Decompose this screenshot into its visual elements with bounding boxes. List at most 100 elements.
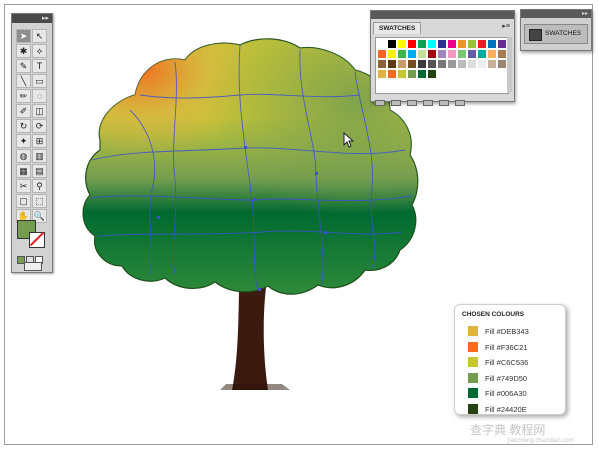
swatch-cell[interactable] xyxy=(387,59,397,69)
library-menu-icon[interactable] xyxy=(375,100,385,106)
dock-swatches-button[interactable]: SWATCHES xyxy=(524,24,588,44)
tool-button[interactable]: ✂ xyxy=(16,179,31,193)
tool-button[interactable]: ▤ xyxy=(32,164,47,178)
tab-swatches[interactable]: SWATCHES xyxy=(373,22,422,34)
swatch-cell[interactable] xyxy=(427,39,437,49)
color-label: Fill #749D50 xyxy=(485,373,528,383)
swatch-cell[interactable] xyxy=(397,39,407,49)
swatch-cell[interactable] xyxy=(377,69,387,79)
swatch-cell[interactable] xyxy=(417,59,427,69)
screen-mode-button[interactable] xyxy=(24,262,42,271)
tools-panel[interactable]: ▸▸ ➤ ↖ ✱ ⟡ ✎ T ╲ ▭ ✏ ◌ ✐ ◫ ↻ ⟳ ✦ ⊞ ◍ ▥ ▦ ▤ ✂ ⚲ ▢ ⬚ ✋ 🔍 xyxy=(11,13,53,273)
swatch-cell[interactable] xyxy=(497,59,507,69)
swatch-cell[interactable] xyxy=(397,59,407,69)
tool-button[interactable]: ╲ xyxy=(16,74,31,88)
tool-button[interactable]: ◌ xyxy=(32,89,47,103)
tool-button[interactable]: ✎ xyxy=(16,59,31,73)
color-label: Fill #006A30 xyxy=(485,389,527,398)
tool-button[interactable]: ↖ xyxy=(32,29,47,43)
tool-button[interactable]: ▦ xyxy=(16,164,31,178)
dock-panel[interactable]: ▸▸ SWATCHES xyxy=(520,9,592,51)
swatch-cell[interactable] xyxy=(377,59,387,69)
swatch-cell[interactable] xyxy=(487,59,497,69)
swatch-cell[interactable] xyxy=(407,59,417,69)
panel-menu-icon[interactable]: ▸≡ xyxy=(502,22,510,30)
swatch-cell[interactable] xyxy=(467,59,477,69)
swatch-cell[interactable] xyxy=(377,49,387,59)
swatch-cell[interactable] xyxy=(487,39,497,49)
tool-button[interactable]: ✱ xyxy=(16,44,31,58)
swatch-cell[interactable] xyxy=(497,39,507,49)
tool-button[interactable]: ↻ xyxy=(16,119,31,133)
swatch-cell[interactable] xyxy=(407,49,417,59)
show-kinds-icon[interactable] xyxy=(391,100,401,106)
swatch-cell[interactable] xyxy=(427,49,437,59)
color-chip xyxy=(468,326,478,336)
mouse-cursor-icon xyxy=(343,132,355,148)
swatch-cell[interactable] xyxy=(477,59,487,69)
swatch-cell[interactable] xyxy=(447,49,457,59)
swatch-cell[interactable] xyxy=(477,39,487,49)
swatch-cell[interactable] xyxy=(477,49,487,59)
swatch-cell[interactable] xyxy=(387,69,397,79)
tool-button[interactable]: ✦ xyxy=(16,134,31,148)
swatch-cell[interactable] xyxy=(497,49,507,59)
tool-button[interactable]: ⟡ xyxy=(32,44,47,58)
collapse-grip-icon[interactable]: ▸▸ xyxy=(42,15,49,22)
tool-button[interactable]: ➤ xyxy=(16,29,31,43)
color-label: Fill #DEB343 xyxy=(485,327,529,336)
tools-titlebar[interactable]: ▸▸ xyxy=(12,14,52,23)
swatch-cell[interactable] xyxy=(437,49,447,59)
swatch-cell[interactable] xyxy=(467,49,477,59)
tool-button[interactable]: ⚲ xyxy=(32,179,47,193)
swatch-cell[interactable] xyxy=(447,59,457,69)
tool-button[interactable]: ⬚ xyxy=(32,194,47,208)
watermark-text: 查字典 教程网 xyxy=(470,423,546,437)
new-group-icon[interactable] xyxy=(423,100,433,106)
swatch-cell[interactable] xyxy=(437,39,447,49)
expand-grip-icon[interactable]: ▸▸ xyxy=(582,10,588,18)
tool-button[interactable]: ⟳ xyxy=(32,119,47,133)
legend-title: CHOSEN COLOURS xyxy=(462,311,525,318)
tool-button[interactable]: ▢ xyxy=(16,194,31,208)
swatch-cell[interactable] xyxy=(457,59,467,69)
swatches-titlebar[interactable] xyxy=(371,11,514,19)
swatch-cell[interactable] xyxy=(487,49,497,59)
swatch-cell[interactable] xyxy=(447,39,457,49)
delete-swatch-icon[interactable] xyxy=(455,100,465,106)
swatch-cell[interactable] xyxy=(377,39,387,49)
tool-button[interactable]: ◫ xyxy=(32,104,47,118)
swatches-panel[interactable]: SWATCHES ▸≡ xyxy=(370,10,515,106)
swatch-options-icon[interactable] xyxy=(407,100,417,106)
swatch-cell[interactable] xyxy=(457,39,467,49)
tool-button[interactable]: ✏ xyxy=(16,89,31,103)
swatch-cell[interactable] xyxy=(417,69,427,79)
swatch-cell[interactable] xyxy=(417,39,427,49)
tool-grid: ➤ ↖ ✱ ⟡ ✎ T ╲ ▭ ✏ ◌ ✐ ◫ ↻ ⟳ ✦ ⊞ ◍ ▥ ▦ ▤ ✂ ⚲ ▢ ⬚ ✋ 🔍 xyxy=(16,29,48,224)
tool-button[interactable]: ◍ xyxy=(16,149,31,163)
swatch-cell[interactable] xyxy=(427,69,437,79)
dock-titlebar[interactable]: ▸▸ xyxy=(521,10,591,18)
swatch-cell[interactable] xyxy=(397,69,407,79)
swatch-cell[interactable] xyxy=(387,39,397,49)
swatch-cell[interactable] xyxy=(467,39,477,49)
stroke-color-swatch[interactable] xyxy=(29,232,45,248)
swatch-cell[interactable] xyxy=(437,59,447,69)
tool-button[interactable]: ⊞ xyxy=(32,134,47,148)
new-swatch-icon[interactable] xyxy=(439,100,449,106)
tool-button[interactable]: T xyxy=(32,59,47,73)
tool-button[interactable]: ✐ xyxy=(16,104,31,118)
watermark-url: jiaocheng.chazidian.com xyxy=(508,438,574,444)
swatch-cell[interactable] xyxy=(397,49,407,59)
swatch-cell[interactable] xyxy=(457,49,467,59)
swatch-cell[interactable] xyxy=(417,49,427,59)
swatch-cell[interactable] xyxy=(407,39,417,49)
swatch-scrollbar[interactable] xyxy=(507,37,512,92)
tool-button[interactable]: ▭ xyxy=(32,74,47,88)
swatch-cell[interactable] xyxy=(407,69,417,79)
color-mode-row xyxy=(17,251,47,264)
tool-button[interactable]: ▥ xyxy=(32,149,47,163)
swatch-cell[interactable] xyxy=(427,59,437,69)
color-chip xyxy=(468,388,478,398)
swatch-cell[interactable] xyxy=(387,49,397,59)
